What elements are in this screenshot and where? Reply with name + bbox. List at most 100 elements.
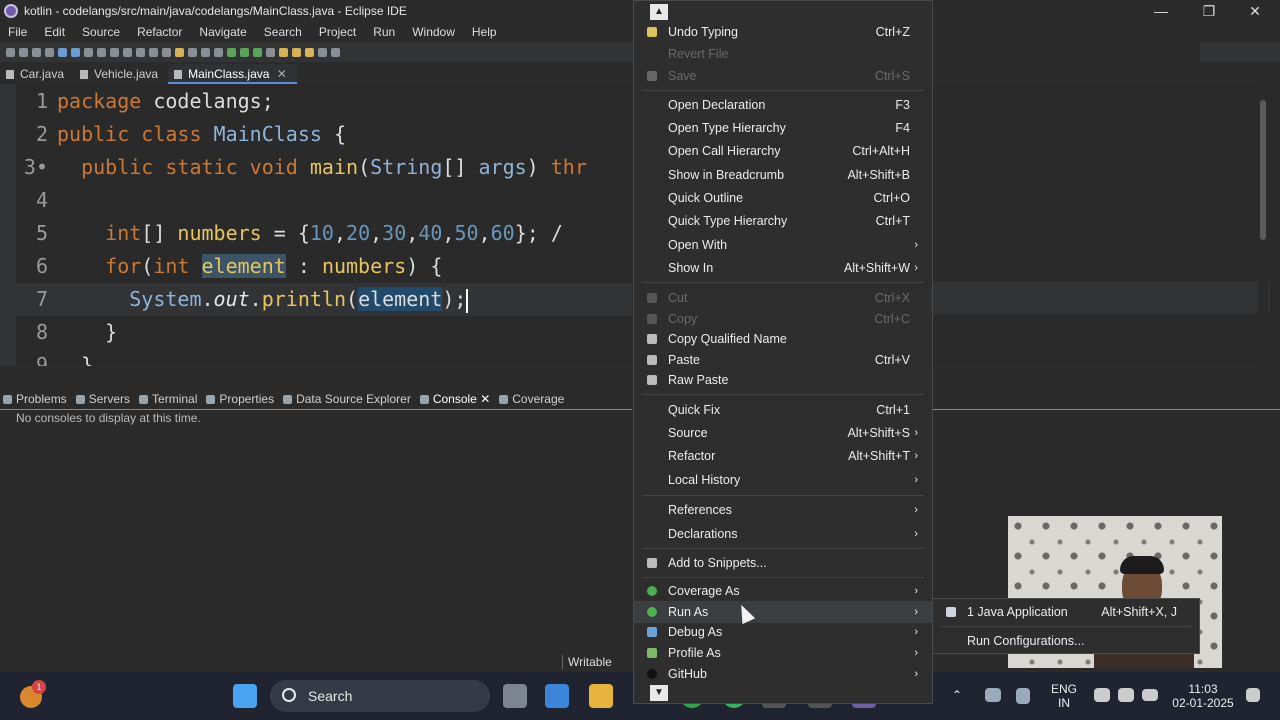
tab-mainclass-java[interactable]: MainClass.java ✕ xyxy=(168,64,297,84)
menu-item-github[interactable]: GitHub › xyxy=(634,663,932,685)
search-icon[interactable] xyxy=(331,47,340,57)
taskbar-search[interactable]: Search xyxy=(270,680,490,712)
menu-item-copy-qualified-name[interactable]: Copy Qualified Name xyxy=(634,328,932,350)
battery-icon[interactable] xyxy=(1142,689,1158,701)
menu-item-raw-paste[interactable]: Raw Paste xyxy=(634,369,932,391)
undo-icon[interactable] xyxy=(58,47,67,57)
clock[interactable]: 11:03 02-01-2025 xyxy=(1168,682,1238,710)
redo-icon[interactable] xyxy=(71,47,80,57)
menu-scroll-down[interactable]: ▼ xyxy=(650,685,668,701)
menu-item-source[interactable]: Source Alt+Shift+S › xyxy=(634,422,932,444)
menu-source[interactable]: Source xyxy=(74,25,129,39)
tab-car-java[interactable]: Car.java xyxy=(0,64,74,84)
menu-run[interactable]: Run xyxy=(365,25,404,39)
menu-item-references[interactable]: References › xyxy=(634,499,932,521)
menu-search[interactable]: Search xyxy=(256,25,311,39)
menu-item-open-with[interactable]: Open With › xyxy=(634,234,932,256)
save-all-icon[interactable] xyxy=(32,47,41,57)
tab-coverage[interactable]: Coverage xyxy=(496,392,570,406)
onedrive-icon[interactable] xyxy=(985,688,1001,702)
tab-servers[interactable]: Servers xyxy=(73,392,136,406)
external-tools-icon[interactable] xyxy=(266,47,275,57)
save-icon[interactable] xyxy=(19,47,28,57)
highlight-icon[interactable] xyxy=(175,47,184,57)
tab-terminal[interactable]: Terminal xyxy=(136,392,203,406)
whitespace-icon[interactable] xyxy=(214,47,223,57)
menu-item-open-call-hierarchy[interactable]: Open Call Hierarchy Ctrl+Alt+H xyxy=(634,140,932,162)
menu-item-open-type-hierarchy[interactable]: Open Type Hierarchy F4 xyxy=(634,117,932,139)
new-package-icon[interactable] xyxy=(292,47,301,57)
volume-icon[interactable] xyxy=(1118,688,1134,702)
menu-item-quick-type-hierarchy[interactable]: Quick Type Hierarchy Ctrl+T xyxy=(634,210,932,232)
menu-item-coverage-as[interactable]: Coverage As › xyxy=(634,580,932,602)
menu-item-profile-as[interactable]: Profile As › xyxy=(634,642,932,664)
menu-file[interactable]: File xyxy=(0,25,36,39)
wifi-icon[interactable] xyxy=(1094,688,1110,702)
new-java-project-icon[interactable] xyxy=(279,47,288,57)
tab-properties[interactable]: Properties xyxy=(203,392,280,406)
tab-console[interactable]: Console ✕ xyxy=(417,392,496,406)
menu-item-local-history[interactable]: Local History › xyxy=(634,469,932,491)
microphone-icon[interactable] xyxy=(1016,688,1030,704)
menu-window[interactable]: Window xyxy=(404,25,464,39)
suspend-icon[interactable] xyxy=(110,47,119,57)
language-indicator[interactable]: ENG IN xyxy=(1048,682,1080,710)
menu-help[interactable]: Help xyxy=(464,25,506,39)
menu-edit[interactable]: Edit xyxy=(36,25,74,39)
minimize-button[interactable]: — xyxy=(1138,0,1184,22)
terminate-icon[interactable] xyxy=(123,47,132,57)
tab-data-source-explorer[interactable]: Data Source Explorer xyxy=(280,392,417,406)
menu-label: Refactor xyxy=(668,449,716,463)
menu-refactor[interactable]: Refactor xyxy=(129,25,191,39)
menu-item-show-in[interactable]: Show In Alt+Shift+W › xyxy=(634,257,932,279)
menu-item-open-declaration[interactable]: Open Declaration F3 xyxy=(634,94,932,116)
menu-navigate[interactable]: Navigate xyxy=(191,25,255,39)
tab-problems[interactable]: Problems xyxy=(0,392,73,406)
menu-item-debug-as[interactable]: Debug As › xyxy=(634,621,932,643)
menu-project[interactable]: Project xyxy=(311,25,365,39)
code-editor[interactable]: 1 package codelangs; 2 public class MainCl… xyxy=(16,84,632,366)
step-over-icon[interactable] xyxy=(149,47,158,57)
notifications-icon[interactable] xyxy=(1246,688,1260,702)
close-tab-icon[interactable]: ✕ xyxy=(277,67,287,81)
menu-item-refactor[interactable]: Refactor Alt+Shift+T › xyxy=(634,445,932,467)
menu-item-quick-outline[interactable]: Quick Outline Ctrl+O xyxy=(634,187,932,209)
coverage-icon[interactable] xyxy=(253,47,262,57)
menu-item-run-as[interactable]: Run As › xyxy=(634,601,932,623)
file-explorer-icon[interactable] xyxy=(589,684,613,708)
store-icon[interactable] xyxy=(545,684,569,708)
toggle-mark-icon[interactable] xyxy=(188,47,197,57)
run-icon[interactable] xyxy=(240,47,249,57)
block-select-icon[interactable] xyxy=(201,47,210,57)
submenu-item-java-application[interactable]: 1 Java Application Alt+Shift+X, J xyxy=(933,601,1199,623)
tab-vehicle-java[interactable]: Vehicle.java xyxy=(74,64,168,84)
code-editor-right[interactable] xyxy=(932,84,1270,366)
open-type-icon[interactable] xyxy=(318,47,327,57)
editor-horizontal-scrollbar[interactable] xyxy=(56,368,632,378)
close-tab-icon[interactable]: ✕ xyxy=(480,392,490,406)
menu-item-show-in-breadcrumb[interactable]: Show in Breadcrumb Alt+Shift+B xyxy=(634,164,932,186)
skip-breakpoints-icon[interactable] xyxy=(84,47,93,57)
task-view-icon[interactable] xyxy=(503,684,527,708)
menu-item-paste[interactable]: Paste Ctrl+V xyxy=(634,349,932,371)
submenu-item-run-configurations[interactable]: Run Configurations... xyxy=(933,630,1199,652)
menu-item-declarations[interactable]: Declarations › xyxy=(634,523,932,545)
debug-icon[interactable] xyxy=(227,47,236,57)
windows-start-icon[interactable] xyxy=(233,684,257,708)
step-into-icon[interactable] xyxy=(136,47,145,57)
editor-horizontal-scrollbar-right[interactable] xyxy=(932,368,1252,378)
chevron-up-icon[interactable]: ⌃ xyxy=(952,688,962,702)
resume-icon[interactable] xyxy=(97,47,106,57)
step-return-icon[interactable] xyxy=(162,47,171,57)
print-icon[interactable] xyxy=(45,47,54,57)
new-class-icon[interactable] xyxy=(305,47,314,57)
menu-item-undo-typing[interactable]: Undo Typing Ctrl+Z xyxy=(634,21,932,43)
restore-button[interactable]: ❐ xyxy=(1186,0,1232,22)
menu-item-add-to-snippets[interactable]: Add to Snippets... xyxy=(634,552,932,574)
editor-vertical-scrollbar[interactable] xyxy=(1258,84,1268,366)
menu-scroll-up[interactable]: ▲ xyxy=(650,4,668,20)
menu-item-quick-fix[interactable]: Quick Fix Ctrl+1 xyxy=(634,399,932,421)
new-icon[interactable] xyxy=(6,47,15,57)
close-button[interactable]: ✕ xyxy=(1232,0,1278,22)
scroll-thumb[interactable] xyxy=(1260,100,1266,240)
